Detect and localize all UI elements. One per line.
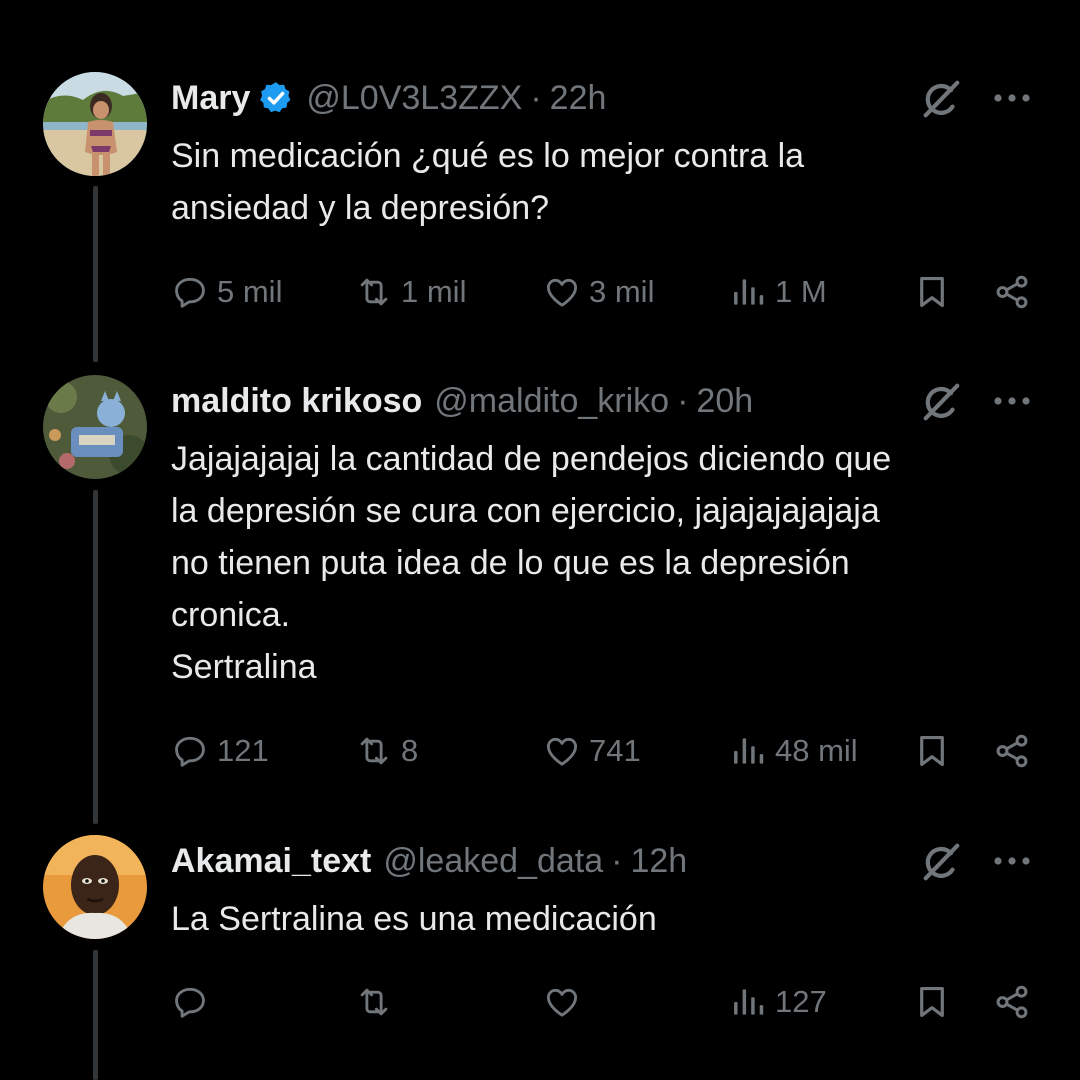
- heart-icon: [543, 732, 581, 770]
- tweet-text: Sin medicación ¿qué es lo mejor contra l…: [171, 137, 805, 227]
- separator: ·: [677, 381, 689, 420]
- reply-button[interactable]: 121: [171, 726, 269, 776]
- reply-icon: [171, 983, 209, 1021]
- action-bar: 5 mil 1 mil 3 mil 1 M: [171, 267, 1039, 317]
- heart-icon: [543, 983, 581, 1021]
- views-icon: [729, 732, 767, 770]
- views-button[interactable]: 1 M: [729, 267, 827, 317]
- bookmark-icon: [913, 732, 951, 770]
- share-icon: [993, 983, 1031, 1021]
- reply-count: 5 mil: [217, 274, 283, 309]
- bookmark-button[interactable]: [913, 977, 951, 1027]
- bookmark-button[interactable]: [913, 726, 951, 776]
- share-button[interactable]: [993, 726, 1031, 776]
- username[interactable]: @leaked_data: [383, 842, 603, 881]
- grok-icon[interactable]: [918, 76, 964, 122]
- views-button[interactable]: 48 mil: [729, 726, 858, 776]
- repost-count: 8: [401, 733, 419, 768]
- avatar[interactable]: [43, 835, 147, 939]
- views-icon: [729, 273, 767, 311]
- grok-icon[interactable]: [918, 839, 964, 885]
- like-count: 3 mil: [589, 274, 655, 309]
- bookmark-button[interactable]: [913, 267, 951, 317]
- thread-line: [93, 950, 98, 1080]
- reply-button[interactable]: [171, 977, 217, 1027]
- timestamp[interactable]: 20h: [696, 382, 753, 421]
- bookmark-icon: [913, 983, 951, 1021]
- like-button[interactable]: 741: [543, 726, 641, 776]
- more-icon[interactable]: [992, 855, 1032, 867]
- tweet-header: Akamai_text @leaked_data · 12h: [171, 839, 687, 883]
- like-button[interactable]: [543, 977, 589, 1027]
- thread-line: [93, 186, 98, 362]
- heart-icon: [543, 273, 581, 311]
- username[interactable]: @L0V3L3ZZX: [306, 79, 522, 118]
- reply-count: 121: [217, 733, 269, 768]
- separator: ·: [530, 78, 542, 117]
- reply-button[interactable]: 5 mil: [171, 267, 282, 317]
- reply-icon: [171, 273, 209, 311]
- verified-badge-icon: [258, 80, 294, 116]
- repost-icon: [355, 983, 393, 1021]
- repost-count: 1 mil: [401, 274, 467, 309]
- timestamp[interactable]: 12h: [630, 842, 687, 881]
- grok-icon[interactable]: [918, 379, 964, 425]
- username[interactable]: @maldito_kriko: [434, 382, 669, 421]
- like-count: 741: [589, 733, 641, 768]
- repost-button[interactable]: [355, 977, 401, 1027]
- views-icon: [729, 983, 767, 1021]
- tweet-text: Jajajajajaj la cantidad de pendejos dici…: [171, 440, 892, 686]
- repost-button[interactable]: 1 mil: [355, 267, 466, 317]
- display-name[interactable]: maldito krikoso: [171, 382, 422, 421]
- action-bar: 127: [171, 977, 1039, 1027]
- share-icon: [993, 273, 1031, 311]
- separator: ·: [611, 841, 623, 880]
- tweet-header: Mary @L0V3L3ZZX · 22h: [171, 76, 606, 120]
- views-count: 127: [775, 984, 827, 1019]
- bookmark-icon: [913, 273, 951, 311]
- tweet-text: La Sertralina es una medicación: [171, 900, 657, 938]
- avatar[interactable]: [43, 72, 147, 176]
- repost-icon: [355, 273, 393, 311]
- share-icon: [993, 732, 1031, 770]
- timestamp[interactable]: 22h: [550, 79, 607, 118]
- share-button[interactable]: [993, 267, 1031, 317]
- display-name[interactable]: Akamai_text: [171, 842, 371, 881]
- tweet-header: maldito krikoso @maldito_kriko · 20h: [171, 379, 753, 423]
- views-count: 48 mil: [775, 733, 858, 768]
- display-name[interactable]: Mary: [171, 79, 250, 118]
- avatar[interactable]: [43, 375, 147, 479]
- views-count: 1 M: [775, 274, 827, 309]
- repost-icon: [355, 732, 393, 770]
- reply-icon: [171, 732, 209, 770]
- repost-button[interactable]: 8: [355, 726, 418, 776]
- share-button[interactable]: [993, 977, 1031, 1027]
- action-bar: 121 8 741 48 mil: [171, 726, 1039, 776]
- more-icon[interactable]: [992, 395, 1032, 407]
- more-icon[interactable]: [992, 92, 1032, 104]
- like-button[interactable]: 3 mil: [543, 267, 654, 317]
- thread-line: [93, 490, 98, 824]
- views-button[interactable]: 127: [729, 977, 827, 1027]
